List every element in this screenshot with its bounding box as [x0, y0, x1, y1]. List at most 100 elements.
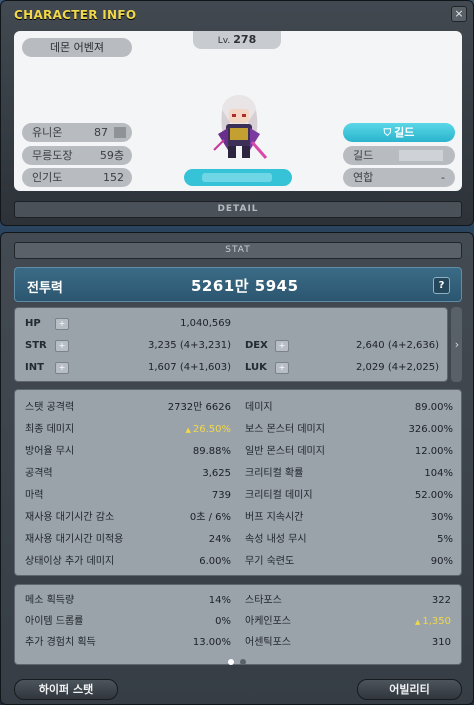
combat-power-box: 전투력 5261만 5945 ? — [14, 267, 462, 302]
info-row-alliance: 연합 - — [343, 168, 455, 187]
guild-button-label: 길드 — [394, 126, 415, 139]
detail-label: 크리티컬 확률 — [245, 468, 304, 479]
detail-label: 데미지 — [245, 402, 273, 413]
misc-value: 322 — [431, 595, 451, 606]
stat-row-hp: HP + 1,040,569 — [25, 314, 231, 334]
help-button[interactable]: ? — [433, 277, 450, 294]
detail-value: 89.00% — [414, 402, 453, 413]
detail-label: 방어율 무시 — [25, 446, 75, 457]
detail-label: 속성 내성 무시 — [245, 534, 307, 545]
level-badge: Lv. 278 — [193, 31, 281, 49]
character-avatar — [213, 95, 268, 159]
detail-row: 공격력 3,625 — [25, 463, 231, 485]
ap-plus-button[interactable]: + — [275, 362, 289, 374]
page-dot-active[interactable] — [228, 659, 234, 665]
misc-label: 스타포스 — [245, 595, 282, 606]
page-indicator — [228, 659, 248, 665]
detail-row: 무기 숙련도 90% — [245, 551, 453, 573]
arcane-force-value: 1,350 — [422, 616, 451, 627]
detail-label: 재사용 대기시간 미적용 — [25, 534, 124, 545]
stat-tab[interactable]: STAT — [14, 242, 462, 259]
stat-row-luk: LUK + 2,029 (4+2,025) — [245, 358, 439, 378]
detail-row: 버프 지속시간 30% — [245, 507, 453, 529]
chevron-right-icon[interactable]: › — [451, 337, 463, 353]
stat-row-str: STR + 3,235 (4+3,231) — [25, 336, 231, 356]
info-row-fame: 인기도 152 — [22, 168, 132, 187]
guild-button[interactable]: ⛉ 길드 — [343, 123, 455, 142]
info-label: 연합 — [353, 171, 374, 184]
window-title: CHARACTER INFO — [14, 8, 137, 22]
detail-value: 12.00% — [414, 446, 453, 457]
misc-value: 0% — [215, 616, 231, 627]
detail-value: 739 — [211, 490, 231, 501]
misc-stats-panel: 메소 획득량 14% 아이템 드롭률 0% 추가 경험치 획득 13.00% 스타포스… — [14, 584, 462, 665]
detail-label: 재사용 대기시간 감소 — [25, 512, 115, 523]
detail-row: 데미지 89.00% — [245, 397, 453, 419]
detail-label: 스탯 공격력 — [25, 402, 75, 413]
misc-value: 310 — [431, 637, 451, 648]
job-name: 데몬 어벤져 — [22, 38, 132, 57]
detail-label: 크리티컬 데미지 — [245, 490, 313, 501]
detail-row: 스탯 공격력 2732만 6626 — [25, 397, 231, 419]
guild-shield-icon: ⛉ — [383, 128, 392, 139]
detail-label: 일반 몬스터 데미지 — [245, 446, 325, 457]
detail-value: 30% — [430, 512, 453, 523]
detail-value: 89.88% — [192, 446, 231, 457]
ap-plus-button[interactable]: + — [275, 340, 289, 352]
misc-row: 어센틱포스 310 — [245, 632, 451, 654]
detail-label: 보스 몬스터 데미지 — [245, 424, 325, 435]
ap-plus-button[interactable]: + — [55, 362, 69, 374]
info-value: 152 — [103, 171, 124, 184]
detail-value: 104% — [424, 468, 453, 479]
detail-row: 방어율 무시 89.88% — [25, 441, 231, 463]
base-stats-panel: HP + 1,040,569 STR + 3,235 (4+3,231) DEX… — [14, 307, 448, 382]
detail-row: 최종 데미지 ▲ 26.50% — [25, 419, 231, 441]
ability-button[interactable]: 어빌리티 — [357, 679, 462, 700]
stat-value: 2,640 (4+2,636) — [356, 340, 439, 351]
info-row-dojang: 무릉도장 59층 — [22, 146, 132, 165]
misc-label: 어센틱포스 — [245, 637, 291, 648]
exp-bar-fill — [202, 173, 272, 182]
detail-value: ▲ 26.50% — [185, 419, 231, 441]
misc-label: 추가 경험치 획득 — [25, 637, 96, 648]
detail-value: 3,625 — [202, 468, 231, 479]
misc-value: 13.00% — [192, 637, 231, 648]
level-prefix: Lv. — [217, 36, 231, 46]
misc-row: 아케인포스 ▲ 1,350 — [245, 611, 451, 633]
detail-row: 마력 739 — [25, 485, 231, 507]
combat-power-label: 전투력 — [27, 281, 63, 296]
info-row-union: 유니온 87 — [22, 123, 132, 142]
misc-value: 14% — [208, 595, 231, 606]
detail-row: 크리티컬 확률 104% — [245, 463, 453, 485]
info-row-guild: 길드 — [343, 146, 455, 165]
page-dot[interactable] — [240, 659, 246, 665]
hyper-stat-button[interactable]: 하이퍼 스탯 — [14, 679, 118, 700]
detail-row: 속성 내성 무시 5% — [245, 529, 453, 551]
exp-bar — [184, 169, 292, 186]
final-damage-value: 26.50% — [192, 424, 231, 435]
ap-plus-button[interactable]: + — [55, 340, 69, 352]
detail-label: 최종 데미지 — [25, 424, 75, 435]
detail-stats-panel: 스탯 공격력 2732만 6626 최종 데미지 ▲ 26.50% 방어율 무시 89.… — [14, 389, 462, 576]
detail-toggle-button[interactable]: DETAIL — [14, 201, 462, 218]
stat-label: HP — [25, 318, 41, 329]
detail-value: 2732만 6626 — [167, 402, 231, 413]
detail-value: 52.00% — [414, 490, 453, 501]
triangle-up-icon: ▲ — [185, 426, 191, 434]
misc-row: 스타포스 322 — [245, 590, 451, 612]
combat-power-value: 5261만 5945 — [191, 277, 299, 295]
detail-value: 24% — [208, 534, 231, 545]
detail-value: 326.00% — [408, 424, 454, 435]
info-value: 87 — [94, 126, 108, 139]
stat-value: 3,235 (4+3,231) — [148, 340, 231, 351]
misc-row: 아이템 드롭률 0% — [25, 611, 231, 633]
detail-label: 상태이상 추가 데미지 — [25, 556, 115, 567]
info-label: 인기도 — [32, 171, 63, 184]
stat-value: 1,607 (4+1,603) — [148, 362, 231, 373]
misc-label: 아케인포스 — [245, 616, 291, 627]
close-button[interactable]: × — [451, 6, 467, 22]
misc-row: 메소 획득량 14% — [25, 590, 231, 612]
guild-name-box — [399, 150, 443, 161]
stat-label: INT — [25, 362, 44, 373]
ap-plus-button[interactable]: + — [55, 318, 69, 330]
